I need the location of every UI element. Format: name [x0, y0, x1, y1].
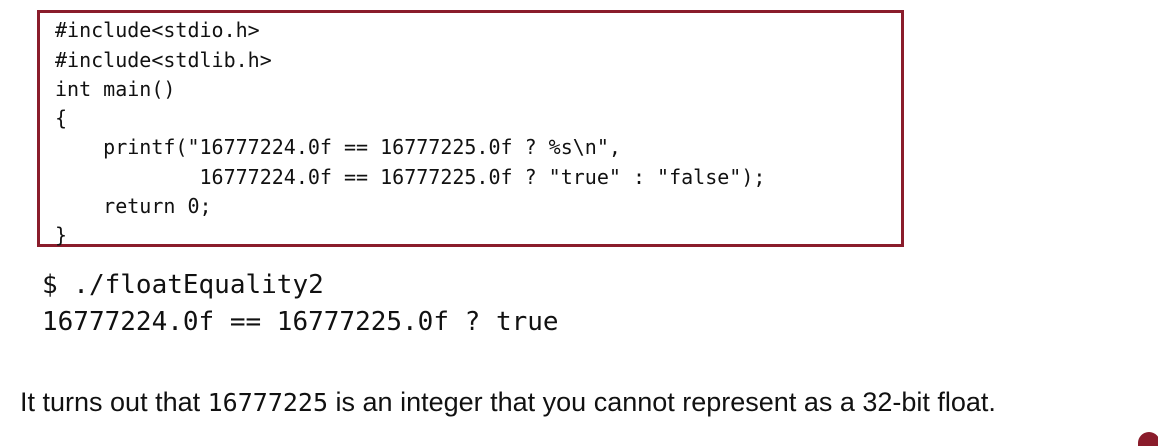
code-line-printf-args: 16777224.0f == 16777225.0f ? "true" : "f…	[55, 165, 766, 189]
code-line-close-brace: }	[55, 223, 68, 247]
explanation-before: It turns out that	[20, 387, 208, 417]
explanation-text: It turns out that 16777225 is an integer…	[20, 383, 996, 422]
code-line-main-signature: int main()	[55, 77, 176, 101]
code-line-include-stdio: #include<stdio.h>	[55, 18, 260, 42]
code-line-include-stdlib: #include<stdlib.h>	[55, 48, 272, 72]
code-line-open-brace: {	[55, 106, 68, 130]
code-listing: #include<stdio.h> #include<stdlib.h> int…	[37, 10, 904, 247]
logo-corner-mark	[1138, 432, 1158, 446]
terminal-output: 16777224.0f == 16777225.0f ? true	[42, 307, 559, 337]
explanation-after: is an integer that you cannot represent …	[328, 387, 996, 417]
code-line-printf: printf("16777224.0f == 16777225.0f ? %s\…	[55, 135, 621, 159]
code-line-return: return 0;	[55, 194, 212, 218]
explanation-number: 16777225	[207, 388, 329, 417]
terminal-command: $ ./floatEquality2	[42, 270, 324, 300]
